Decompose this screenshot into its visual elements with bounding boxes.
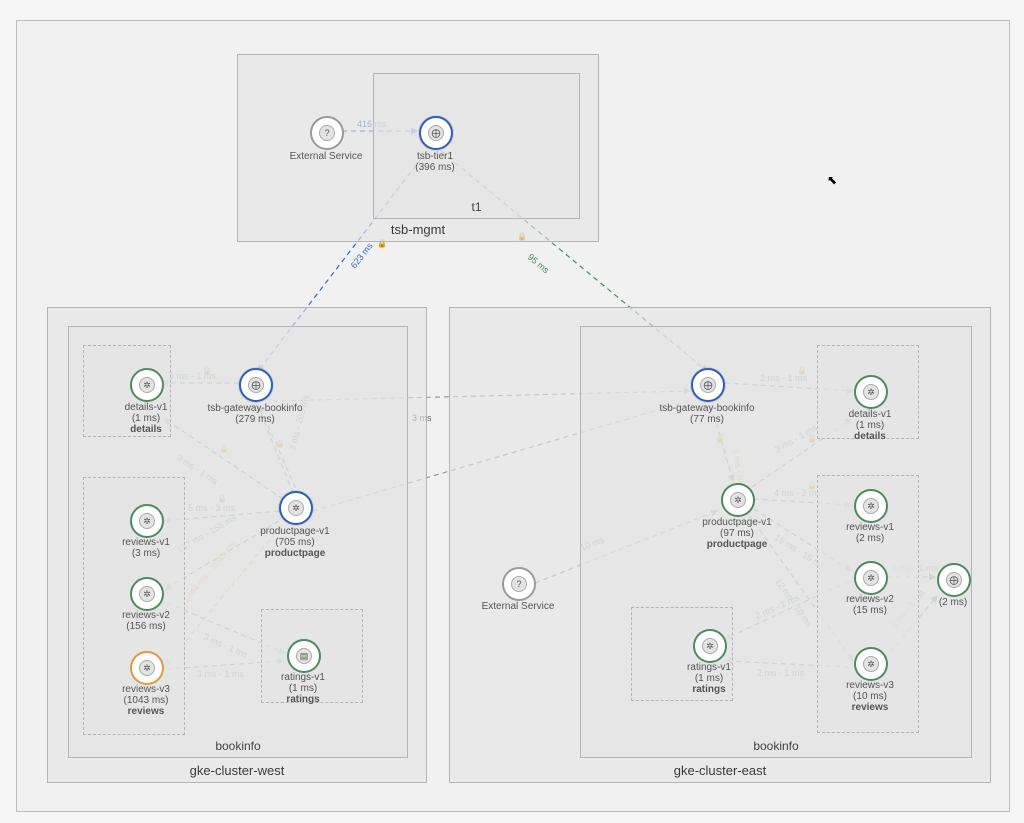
- node-label: reviews-v3(10 ms)reviews: [810, 680, 930, 713]
- node-label: productpage-v1(97 ms)productpage: [677, 517, 797, 550]
- gear-icon: ✲: [730, 492, 746, 508]
- svg-text:623 ms: 623 ms: [349, 240, 375, 270]
- mouse-cursor-icon: ⬉: [827, 173, 837, 187]
- node-label: reviews-v2(156 ms): [86, 610, 206, 632]
- globe-icon: ⨁: [248, 377, 264, 393]
- group-tsb-mgmt: tsb-mgmt t1: [237, 54, 599, 242]
- group-label: bookinfo: [69, 739, 407, 753]
- node-west-productpage[interactable]: ✲: [279, 491, 313, 525]
- node-external-service-top[interactable]: ?: [310, 116, 344, 150]
- node-east-ratings[interactable]: ✲: [693, 629, 727, 663]
- group-label: tsb-mgmt: [238, 222, 598, 237]
- node-external-service-east[interactable]: ?: [502, 567, 536, 601]
- node-east-extra[interactable]: ⨁: [937, 563, 971, 597]
- node-label: External Service: [266, 151, 386, 162]
- diagram-canvas: 416 ms 623 ms 🔒 95 ms 🔒 3 ms - 1 ms 🔒 3 …: [16, 20, 1010, 812]
- globe-icon: ⨁: [700, 377, 716, 393]
- node-east-details[interactable]: ✲: [854, 375, 888, 409]
- node-label: reviews-v1(3 ms): [86, 537, 206, 559]
- gear-icon: ✲: [702, 638, 718, 654]
- gear-icon: ✲: [139, 513, 155, 529]
- node-label: details-v1(1 ms)details: [86, 402, 206, 435]
- group-label: gke-cluster-west: [48, 763, 426, 778]
- node-east-reviews-v1[interactable]: ✲: [854, 489, 888, 523]
- node-west-reviews-v1[interactable]: ✲: [130, 504, 164, 538]
- group-label: bookinfo: [581, 739, 971, 753]
- node-tsb-tier1[interactable]: ⨁: [419, 116, 453, 150]
- node-label: reviews-v1(2 ms): [810, 522, 930, 544]
- node-east-reviews-v2[interactable]: ✲: [854, 561, 888, 595]
- node-east-productpage[interactable]: ✲: [721, 483, 755, 517]
- gear-icon: ✲: [863, 656, 879, 672]
- globe-icon: ⨁: [428, 125, 444, 141]
- node-west-reviews-v3[interactable]: ✲: [130, 651, 164, 685]
- node-east-gateway[interactable]: ⨁: [691, 368, 725, 402]
- node-label: productpage-v1(705 ms)productpage: [235, 526, 355, 559]
- group-label: gke-cluster-east: [450, 763, 990, 778]
- gear-icon: ✲: [139, 660, 155, 676]
- node-label: ratings-v1(1 ms)ratings: [649, 662, 769, 695]
- node-west-details[interactable]: ✲: [130, 368, 164, 402]
- svg-text:95 ms: 95 ms: [526, 252, 552, 276]
- question-icon: ?: [319, 125, 335, 141]
- globe-icon: ⨁: [946, 572, 962, 588]
- node-east-reviews-v3[interactable]: ✲: [854, 647, 888, 681]
- doc-icon: ▤: [296, 648, 312, 664]
- gear-icon: ✲: [863, 384, 879, 400]
- group-t1: t1: [373, 73, 580, 219]
- node-label: tsb-gateway-bookinfo(279 ms): [195, 403, 315, 425]
- node-label: (2 ms): [893, 597, 1013, 608]
- gear-icon: ✲: [139, 586, 155, 602]
- service-mesh-topology-diagram: 416 ms 623 ms 🔒 95 ms 🔒 3 ms - 1 ms 🔒 3 …: [0, 0, 1024, 823]
- node-label: tsb-tier1(396 ms): [375, 151, 495, 173]
- question-icon: ?: [511, 576, 527, 592]
- node-label: ratings-v1(1 ms)ratings: [243, 672, 363, 705]
- gear-icon: ✲: [288, 500, 304, 516]
- gear-icon: ✲: [863, 570, 879, 586]
- node-west-gateway[interactable]: ⨁: [239, 368, 273, 402]
- node-label: details-v1(1 ms)details: [810, 409, 930, 442]
- gear-icon: ✲: [139, 377, 155, 393]
- node-west-ratings[interactable]: ▤: [287, 639, 321, 673]
- gear-icon: ✲: [863, 498, 879, 514]
- node-label: tsb-gateway-bookinfo(77 ms): [647, 403, 767, 425]
- node-label: External Service: [458, 601, 578, 612]
- group-label: t1: [374, 200, 579, 214]
- node-label: reviews-v3(1043 ms)reviews: [86, 684, 206, 717]
- node-west-reviews-v2[interactable]: ✲: [130, 577, 164, 611]
